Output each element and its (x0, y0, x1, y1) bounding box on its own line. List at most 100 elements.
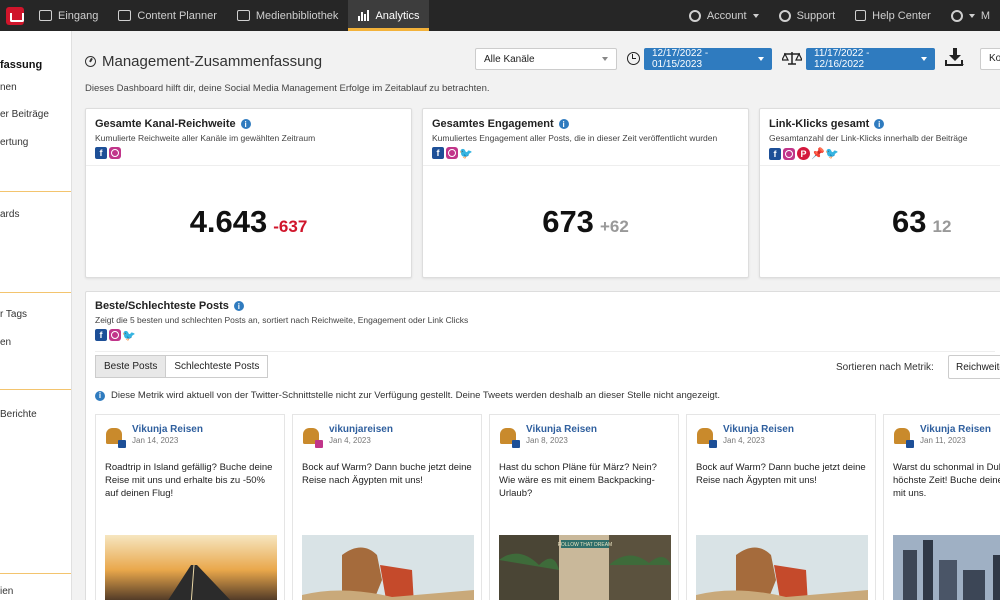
avatar (498, 424, 520, 448)
kpi-card-engagement: Gesamtes Engagement i Kumuliertes Engagem… (422, 108, 749, 278)
sort-metric-select[interactable]: Reichweite (948, 355, 1000, 379)
kpi-value-group: 63 12 (760, 204, 1000, 240)
post-date: Jan 8, 2023 (526, 436, 568, 445)
pin-icon: 📌 (811, 148, 825, 160)
post-card[interactable]: Vikunja Reisen Jan 11, 2023 Warst du scho… (883, 414, 1000, 600)
tab-worst-posts[interactable]: Schlechteste Posts (166, 355, 269, 378)
post-image-skyline (893, 535, 1000, 600)
post-author[interactable]: Vikunja Reisen (526, 424, 597, 435)
download-icon[interactable] (945, 47, 965, 67)
page-header: Management-Zusammenfassung (85, 53, 322, 70)
post-author[interactable]: vikunjareisen (329, 424, 393, 435)
chevron-down-icon (968, 13, 975, 18)
post-text: Roadtrip in Island gefällig? Buche deine… (105, 462, 273, 499)
kpi-card-reach: Gesamte Kanal-Reichweite i Kumulierte Rei… (85, 108, 412, 278)
main-content: Management-Zusammenfassung Dieses Dashbo… (72, 31, 1000, 600)
nav-support[interactable]: Support (769, 0, 846, 31)
sidebar-item[interactable]: en (0, 337, 11, 348)
post-card[interactable]: vikunjareisen Jan 4, 2023 Bock auf Warm? … (292, 414, 482, 600)
instagram-icon (109, 329, 121, 341)
sidebar-item[interactable]: nen (0, 82, 17, 93)
instagram-icon (783, 147, 795, 160)
nav-users[interactable]: M (941, 0, 1000, 31)
nav-item-label: Content Planner (137, 9, 217, 22)
facebook-icon: f (432, 147, 444, 159)
nav-account[interactable]: Account (679, 0, 769, 31)
sidebar-item[interactable]: Berichte (0, 409, 37, 420)
sidebar-item-summary[interactable]: fassung (0, 59, 42, 71)
kpi-delta: +62 (599, 217, 629, 236)
twitter-notice: i Diese Metrik wird aktuell von der Twit… (95, 390, 720, 401)
chevron-down-icon (758, 57, 764, 61)
page-title: Management-Zusammenfassung (102, 53, 323, 70)
date-range-button[interactable]: 12/17/2022 - 01/15/2023 (644, 48, 772, 70)
twitter-icon: 🐦 (459, 147, 473, 160)
post-author[interactable]: Vikunja Reisen (132, 424, 203, 435)
facebook-icon (709, 440, 717, 448)
tab-best-posts[interactable]: Beste Posts (95, 355, 167, 378)
nav-item-label: Analytics (375, 9, 420, 22)
globe-icon (778, 9, 791, 22)
info-icon[interactable]: i (233, 301, 244, 311)
chevron-down-icon (921, 57, 927, 61)
nav-item-medienbibliothek[interactable]: Medienbibliothek (227, 0, 349, 31)
pinterest-icon: P (797, 147, 810, 160)
sidebar-item[interactable]: ien (0, 586, 13, 597)
compare-range-value: 11/17/2022 - 12/16/2022 (814, 48, 870, 70)
post-text: Warst du schonmal in Dubai? wird es höch… (893, 462, 1000, 499)
post-date: Jan 4, 2023 (329, 436, 371, 445)
post-date: Jan 4, 2023 (723, 436, 765, 445)
nav-item-analytics[interactable]: Analytics (348, 0, 430, 31)
avatar (301, 424, 323, 448)
kpi-title: Gesamte Kanal-Reichweite (95, 118, 236, 130)
top-navigation: Eingang Content Planner Medienbibliothek… (0, 0, 1000, 31)
app-logo[interactable] (0, 0, 29, 31)
inbox-icon (39, 10, 52, 21)
notice-text: Diese Metrik wird aktuell von der Twitte… (111, 390, 721, 401)
compare-range-button[interactable]: 11/17/2022 - 12/16/2022 (806, 48, 935, 70)
facebook-icon: f (95, 329, 107, 341)
post-card[interactable]: Vikunja Reisen Jan 4, 2023 Bock auf Warm?… (686, 414, 876, 600)
nav-item-content-planner[interactable]: Content Planner (108, 0, 227, 31)
image-icon (236, 10, 250, 21)
nav-help-label: Help Center (872, 9, 931, 22)
bar-chart-icon (358, 10, 370, 21)
post-image-camel (302, 535, 474, 600)
info-icon: i (95, 390, 105, 401)
post-text: Bock auf Warm? Dann buche jetzt deine Re… (696, 462, 866, 486)
instagram-icon (315, 440, 323, 448)
facebook-icon (512, 440, 520, 448)
clock-icon (627, 52, 640, 65)
panel-title: Beste/Schlechteste Posts (95, 300, 229, 312)
post-author[interactable]: Vikunja Reisen (920, 424, 991, 435)
kpi-card-link-clicks: Link-Klicks gesamt i Gesamtanzahl der Lin… (759, 108, 1000, 278)
sidebar-divider (0, 389, 71, 390)
info-icon[interactable]: i (558, 119, 569, 129)
kpi-subtitle: Gesamtanzahl der Link-Klicks innerhalb d… (769, 133, 968, 143)
avatar (695, 424, 717, 448)
kpi-value: 673 (542, 204, 594, 239)
nav-account-label: Account (706, 9, 747, 22)
nav-help-center[interactable]: Help Center (845, 0, 941, 31)
sidebar-item[interactable]: r Tags (0, 309, 27, 320)
info-icon[interactable]: i (240, 119, 251, 129)
sidebar-item[interactable]: er Beiträge (0, 109, 49, 120)
post-date: Jan 14, 2023 (132, 436, 179, 445)
post-author[interactable]: Vikunja Reisen (723, 424, 794, 435)
sidebar-item[interactable]: ards (0, 209, 19, 220)
post-image-street: FOLLOW THAT DREAM (499, 535, 671, 600)
info-icon[interactable]: i (874, 119, 885, 129)
briefcase-icon (5, 6, 24, 25)
kpi-title: Gesamtes Engagement (432, 118, 554, 130)
calendar-icon (118, 10, 132, 21)
facebook-icon (906, 440, 914, 448)
nav-item-eingang[interactable]: Eingang (29, 0, 108, 31)
sidebar-item[interactable]: ertung (0, 137, 28, 148)
options-select[interactable]: Ko (980, 48, 1000, 70)
channel-select[interactable]: Alle Kanäle (475, 48, 617, 70)
instagram-icon (109, 147, 121, 159)
post-text: Hast du schon Pläne für März? Nein? Wie … (499, 462, 657, 499)
post-card[interactable]: Vikunja Reisen Jan 8, 2023 Hast du schon … (489, 414, 679, 600)
avatar (892, 424, 914, 448)
post-card[interactable]: Vikunja Reisen Jan 14, 2023 Roadtrip in I… (95, 414, 285, 600)
